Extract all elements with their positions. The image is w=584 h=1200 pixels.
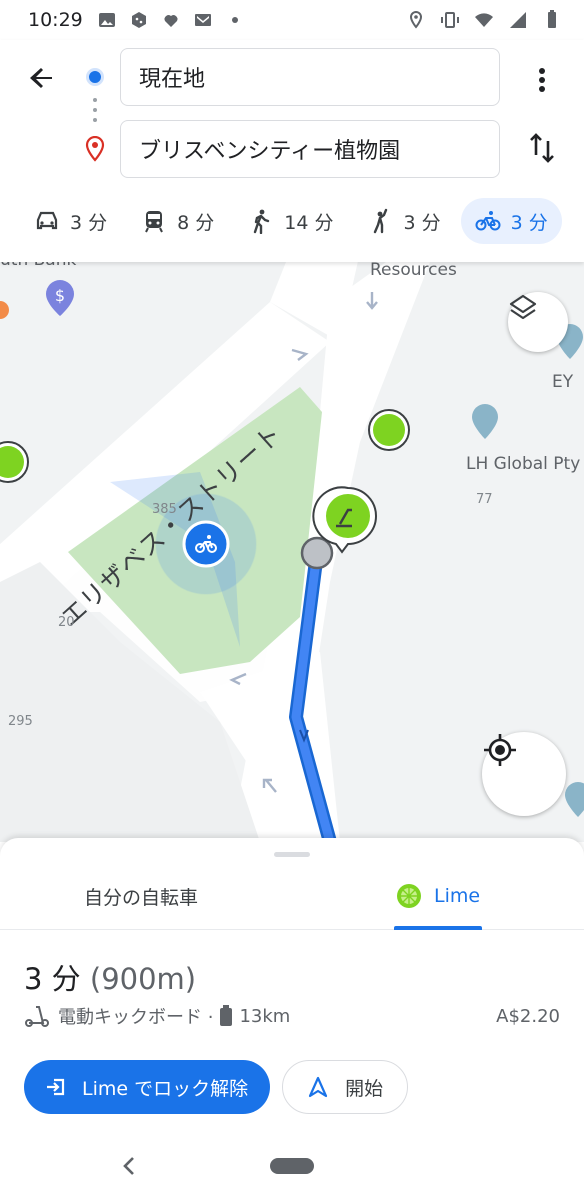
layers-button[interactable] — [508, 292, 568, 352]
origin-field-value: 現在地 — [139, 67, 206, 92]
map-label-lh-global: LH Global Pty — [466, 454, 581, 474]
mode-bike[interactable]: 3 分 — [460, 198, 562, 244]
tab-own-bike-label: 自分の自転車 — [84, 886, 199, 909]
battery-icon — [548, 10, 556, 28]
mode-car[interactable]: 3 分 — [20, 198, 121, 244]
mode-car-label: 3 分 — [70, 211, 108, 234]
travel-mode-tabs: 3 分 8 分 14 分 3 分 3 分 — [0, 196, 584, 246]
mode-bike-label: 3 分 — [510, 211, 548, 234]
tab-lime-label: Lime — [434, 885, 481, 907]
mode-ride-share[interactable]: 3 分 — [354, 198, 455, 244]
layers-icon — [509, 294, 537, 320]
dot-icon — [231, 17, 238, 23]
map-label-295: 295 — [8, 714, 33, 729]
map-label-77: 77 — [476, 492, 493, 507]
heart-icon — [164, 15, 178, 27]
provider-tabs: 自分の自転車 Lime — [0, 862, 584, 930]
map-label-resources: Resources — [370, 262, 457, 280]
map-view[interactable]: $ uth Bank Resources エリザベス・ストリート EY LH G… — [0, 262, 584, 842]
origin-dot-icon — [86, 68, 104, 86]
hail-icon — [373, 208, 387, 234]
back-button[interactable] — [24, 60, 60, 96]
start-button[interactable]: 開始 — [282, 1060, 409, 1114]
vehicle-type: 電動キックボード · — [58, 1007, 214, 1028]
map-label-20: 20 — [58, 615, 75, 630]
vehicle-range: 13km — [239, 1005, 291, 1027]
mode-ride-share-label: 3 分 — [403, 211, 441, 234]
duration-value: 3 分 — [24, 962, 81, 996]
tab-lime[interactable]: Lime — [396, 862, 480, 930]
mode-transit-label: 8 分 — [177, 211, 215, 234]
walk-icon — [254, 209, 270, 234]
status-time: 10:29 — [28, 9, 83, 31]
destination-field-value: ブリスベンシティー植物園 — [139, 139, 401, 164]
cube-icon — [131, 12, 146, 28]
system-nav-bar — [0, 1140, 584, 1200]
unlock-lime-button[interactable]: Lime でロック解除 — [24, 1060, 271, 1114]
gmail-icon — [194, 14, 211, 26]
lime-scooter-marker[interactable] — [0, 441, 29, 483]
arrow-back-icon — [30, 68, 52, 88]
vehicle-info: 電動キックボード · 13km A$2.20 — [24, 1000, 560, 1032]
my-location-button[interactable] — [482, 732, 566, 816]
scooter-icon — [25, 1006, 49, 1027]
directions-panel: 現在地 ブリスベンシティー植物園 3 分 8 分 14 分 3 分 3 分 — [0, 40, 584, 262]
nav-back-icon[interactable] — [118, 1154, 142, 1178]
image-icon — [98, 13, 115, 27]
signal-icon — [510, 12, 526, 28]
my-location-icon — [484, 734, 516, 766]
bike-icon — [475, 211, 501, 231]
sheet-drag-handle[interactable] — [274, 852, 310, 857]
trip-price: A$2.20 — [496, 1005, 560, 1027]
more-vert-icon — [539, 68, 545, 92]
destination-field[interactable]: ブリスベンシティー植物園 — [120, 120, 500, 178]
map-label-ey: EY — [552, 372, 574, 392]
svg-text:$: $ — [55, 286, 65, 304]
more-options-button[interactable] — [524, 62, 560, 98]
lime-scooter-marker[interactable] — [368, 409, 410, 451]
train-icon — [145, 211, 164, 233]
mode-walk-label: 14 分 — [284, 211, 334, 234]
bike-location-icon — [195, 535, 217, 553]
login-icon — [47, 1078, 65, 1096]
tab-indicator — [394, 926, 482, 930]
navigation-icon — [309, 1076, 328, 1098]
mode-walk[interactable]: 14 分 — [234, 198, 347, 244]
map-label-bank: uth Bank — [0, 262, 76, 270]
action-buttons: Lime でロック解除 開始 — [24, 1060, 409, 1114]
battery-level-icon — [220, 1005, 233, 1026]
mode-transit[interactable]: 8 分 — [127, 198, 228, 244]
swap-vert-icon — [530, 133, 554, 163]
nav-home-pill[interactable] — [270, 1158, 314, 1174]
bank-icon: $ — [55, 286, 65, 304]
status-bar: 10:29 — [0, 0, 584, 40]
start-button-label: 開始 — [345, 1077, 384, 1100]
destination-pin-icon — [85, 136, 105, 162]
tab-own-bike[interactable]: 自分の自転車 — [84, 862, 198, 930]
map-label-385: 385 — [152, 502, 177, 517]
lime-logo-icon — [397, 884, 421, 908]
distance-value: (900m) — [89, 962, 197, 996]
trip-duration: 3 分 (900m) — [24, 956, 196, 998]
swap-button[interactable] — [524, 130, 560, 166]
vibrate-icon — [441, 12, 459, 28]
route-dots — [93, 98, 97, 122]
unlock-lime-button-label: Lime でロック解除 — [82, 1077, 249, 1100]
car-icon — [36, 211, 58, 230]
location-icon — [409, 10, 423, 29]
wifi-icon — [475, 13, 493, 27]
origin-field[interactable]: 現在地 — [120, 48, 500, 106]
